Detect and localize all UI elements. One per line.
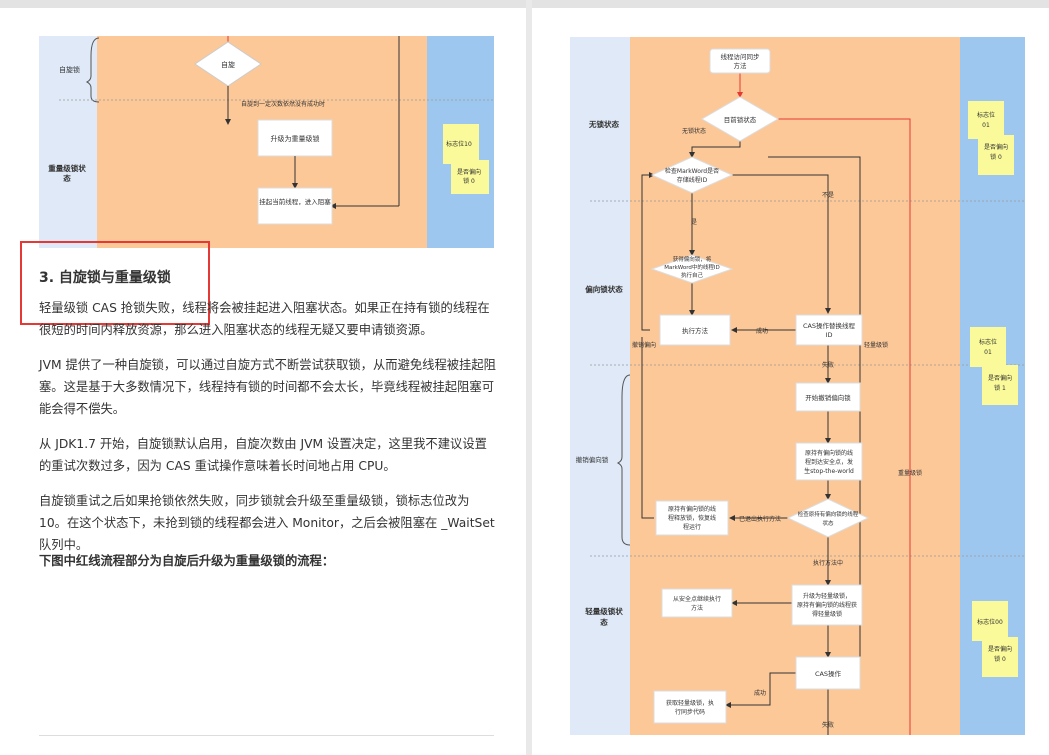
lane-biased: 偏向锁状态 [585,284,623,294]
flowchart-lock-upgrade: 无锁状态 偏向锁状态 撤销偏向锁 轻量级锁状 态 无锁状态 是 不是 成功 失败… [570,37,1025,735]
node-release-l3: 程运行 [683,523,701,531]
sticky-1-l2: 01 [982,122,990,129]
lane-label-heavy-1: 重量级锁状 [48,163,86,173]
box-upgrade-heavy-label: 升级为重量级锁 [271,134,320,143]
node-biased-l3: 执行自己 [681,271,704,279]
edge-fail-2: 失败 [822,721,834,729]
sticky-2-l1: 标志位 [979,338,997,346]
node-continue-l2: 方法 [691,604,703,612]
node-stop-l1: 原持有偏向锁的线 [805,449,853,457]
node-upgrade-l3: 得轻量级锁 [812,610,842,618]
edge-heavy-lock: 重量级锁 [898,469,922,477]
box-suspend-thread [257,187,333,225]
node-continue-safe [661,588,733,618]
sticky-1-l3: 是否偏向 [984,143,1008,151]
node-get-light-l1: 获取轻量级锁，执 [666,699,714,707]
lane-label-heavy-2: 态 [63,173,71,183]
diamond-owner-l1: 检查原持有偏向锁的线程 [798,510,859,518]
edge-success-2: 成功 [754,689,766,697]
edge-revoke-biased: 撤销偏向 [632,341,656,349]
sticky-1-l4: 锁 0 [990,153,1002,161]
edge-success: 成功 [756,327,768,335]
node-biased-l2: MarkWord中的线程ID [664,263,720,271]
diamond-check-l1: 检查MarkWord是否 [665,167,719,175]
document-page-left: 自旋锁 自旋 自旋到一定次数依然没有成功时 升级为重量级锁 挂起当前线程，进入阻… [0,0,526,755]
diamond-check-l2: 存储线程ID [677,176,708,184]
paragraph-3: 从 JDK1.7 开始，自旋锁默认启用，自旋次数由 JVM 设置决定，这里我不建… [39,437,487,473]
sticky-2-l4: 锁 1 [994,384,1006,392]
page-top-strip [0,0,526,8]
node-start-l2: 方法 [734,61,748,70]
sticky-2-line1: 是否偏向 [457,168,481,176]
page-bottom-rule [39,735,494,736]
sticky-3-l1: 标志位00 [977,618,1003,626]
lane-label-spin: 自旋锁 [59,65,80,74]
lane-no-lock: 无锁状态 [588,119,619,129]
sticky-note-2 [451,160,489,194]
bold-caption: 下图中红线流程部分为自旋后升级为重量级锁的流程： [39,554,335,568]
sticky-2-l2: 01 [984,349,992,356]
lane-light-1: 轻量级锁状 [585,606,623,616]
sticky-nolock-flag [968,101,1004,139]
diamond-owner-l2: 状态 [822,519,834,527]
sticky-3-l3: 是否偏向 [988,645,1012,653]
node-biased-l1: 获得偏向锁，将 [673,255,712,263]
document-page-right: 无锁状态 偏向锁状态 撤销偏向锁 轻量级锁状 态 无锁状态 是 不是 成功 失败… [532,0,1049,755]
node-upgrade-l2: 原持有偏向锁的线程获 [797,601,857,609]
paragraph-1: 轻量级锁 CAS 抢锁失败，线程将会被挂起进入阻塞状态。如果正在持有锁的线程在很… [39,301,490,337]
node-stop-l3: 生stop-the-world [804,467,854,475]
paragraph-2: JVM 提供了一种自旋锁，可以通过自旋方式不断尝试获取锁，从而避免线程被挂起阻塞… [39,358,496,416]
node-get-light-lock [653,690,727,724]
node-upgrade-l1: 升级为轻量级锁， [803,592,851,600]
edge-yes: 是 [691,219,697,226]
section-heading: 3. 自旋锁与重量级锁 [39,270,171,286]
node-cas-l1: CAS操作替换线程 [803,321,856,330]
sticky-2-line2: 锁 0 [463,177,475,185]
node-revoke-start-label: 开始撤销偏向锁 [805,393,851,402]
sticky-1-l1: 标志位 [977,111,995,119]
lane-revoke: 撤销偏向锁 [576,455,609,464]
node-get-light-l2: 行同步代码 [675,708,705,716]
page-top-strip-right [532,0,1049,8]
paragraph-4: 自旋锁重试之后如果抢锁依然失败，同步锁就会升级至重量级锁，锁标志位改为 10。在… [39,494,495,552]
lane-left-bg [570,37,630,735]
node-stop-l2: 程到达安全点，发 [805,458,853,466]
node-release-l2: 程释放锁，恢复线 [668,514,716,522]
edge-no: 不是 [822,192,834,199]
flowchart-fragment-heavyweight: 自旋锁 自旋 自旋到一定次数依然没有成功时 升级为重量级锁 挂起当前线程，进入阻… [39,36,494,248]
node-exec-label: 执行方法 [682,326,709,335]
diamond-current-lock-label: 目前锁状态 [724,115,757,124]
node-start-l1: 线程访问同步 [721,52,761,61]
node-continue-l1: 从安全点继续执行 [673,595,721,603]
sticky-2-l3: 是否偏向 [988,374,1012,382]
node-release-l1: 原持有偏向锁的线 [668,505,716,513]
edge-light-lock: 轻量级锁 [864,341,888,349]
sticky-1-line1: 标志位10 [446,140,472,148]
node-cas-l2: ID [826,331,833,339]
spin-failed-note: 自旋到一定次数依然没有成功时 [241,100,325,108]
sticky-3-l4: 锁 0 [994,655,1006,663]
edge-fail: 失败 [822,361,834,369]
edge-no-lock: 无锁状态 [682,127,706,135]
node-cas-op-label: CAS操作 [815,669,842,678]
diamond-spin-label: 自旋 [221,60,235,69]
edge-executing: 执行方法中 [813,559,843,567]
sticky-biased-flag [970,327,1006,367]
node-cas-replace [795,314,863,346]
edge-exited: 已退出执行方法 [739,515,781,523]
box-suspend-label: 挂起当前线程，进入阻塞 [259,197,331,206]
lane-light-2: 态 [600,617,608,627]
